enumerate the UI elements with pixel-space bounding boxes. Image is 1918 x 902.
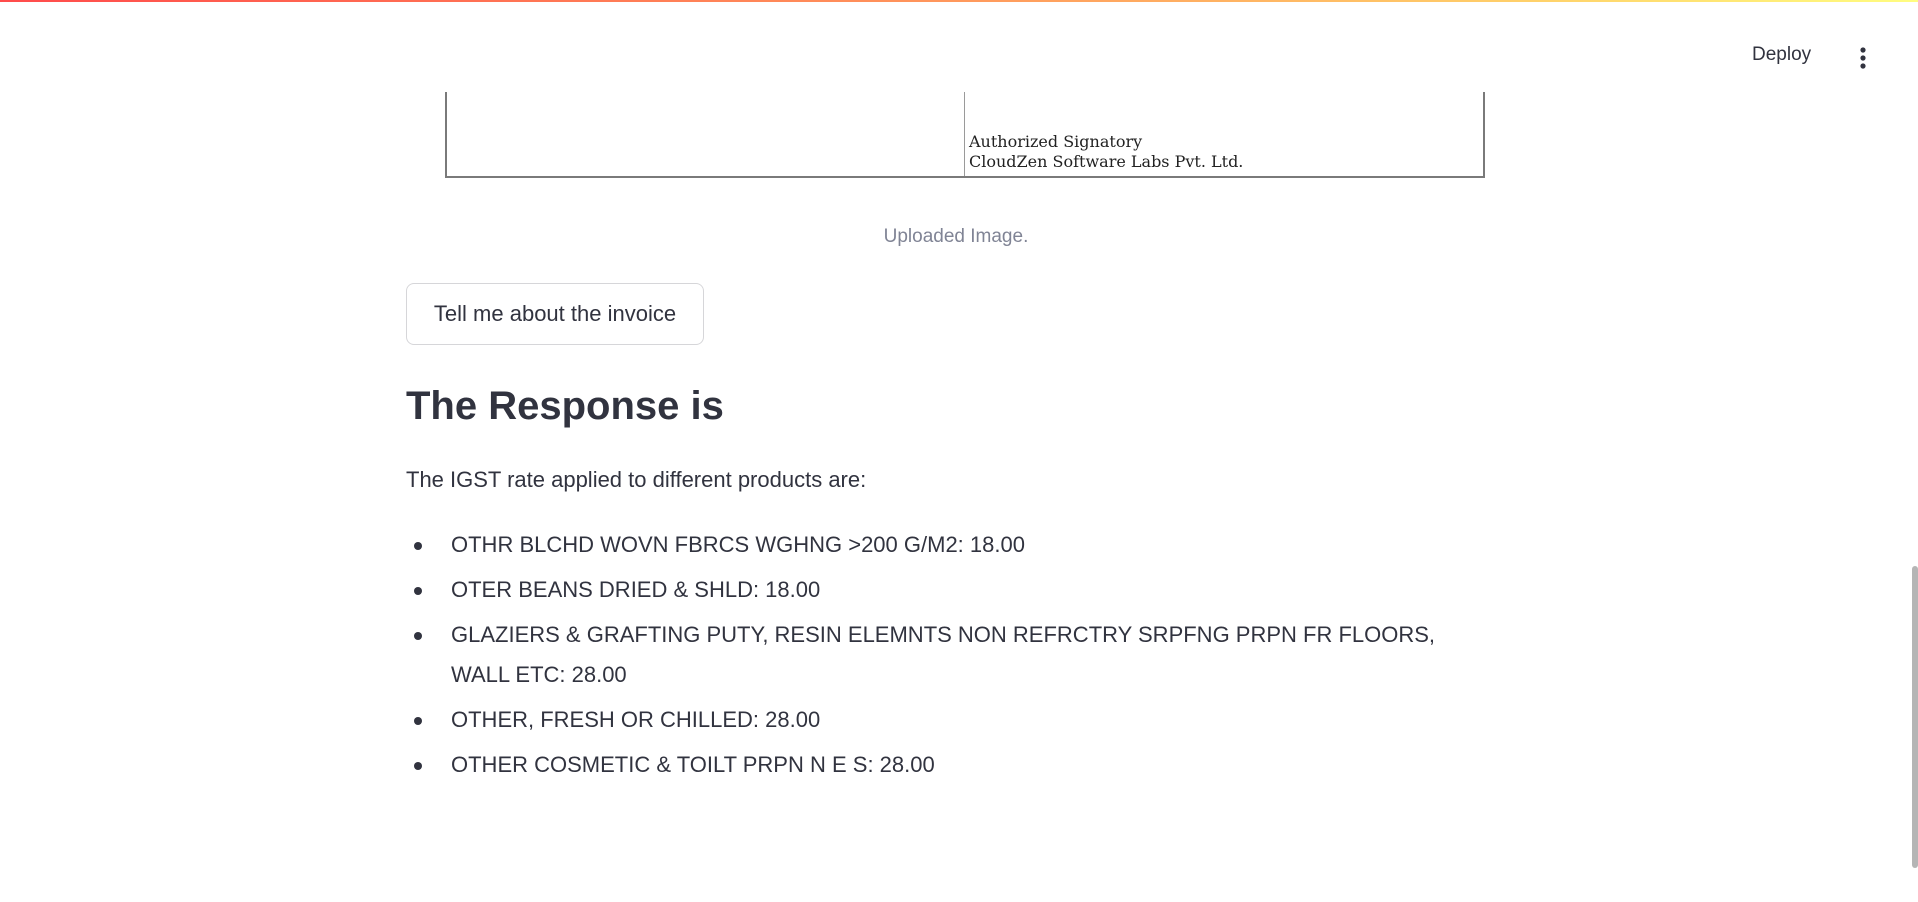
signatory-title: Authorized Signatory xyxy=(969,132,1143,151)
image-caption: Uploaded Image. xyxy=(883,226,1029,247)
app-header: Deploy xyxy=(0,2,1918,92)
list-item: OTHER, FRESH OR CHILLED: 28.00 xyxy=(406,700,1496,740)
tell-me-about-invoice-button[interactable]: Tell me about the invoice xyxy=(406,283,704,345)
deploy-button[interactable]: Deploy xyxy=(1752,44,1811,66)
list-item: OTER BEANS DRIED & SHLD: 18.00 xyxy=(406,570,1496,610)
signatory-company: CloudZen Software Labs Pvt. Ltd. xyxy=(969,152,1244,171)
list-item: GLAZIERS & GRAFTING PUTY, RESIN ELEMNTS … xyxy=(406,615,1496,695)
vertical-scrollbar[interactable] xyxy=(1912,566,1918,868)
invoice-column-divider xyxy=(964,92,965,176)
response-heading: The Response is xyxy=(406,384,724,428)
response-intro: The IGST rate applied to different produ… xyxy=(406,467,867,492)
list-item: OTHR BLCHD WOVN FBRCS WGHNG >200 G/M2: 1… xyxy=(406,525,1496,565)
invoice-table-frame xyxy=(445,92,1485,178)
list-item: OTHER COSMETIC & TOILT PRPN N E S: 28.00 xyxy=(406,745,1496,785)
uploaded-invoice-image: Authorized Signatory CloudZen Software L… xyxy=(445,92,1485,178)
vertical-ellipsis-icon[interactable] xyxy=(1853,46,1873,70)
igst-rate-list: OTHR BLCHD WOVN FBRCS WGHNG >200 G/M2: 1… xyxy=(406,525,1496,790)
